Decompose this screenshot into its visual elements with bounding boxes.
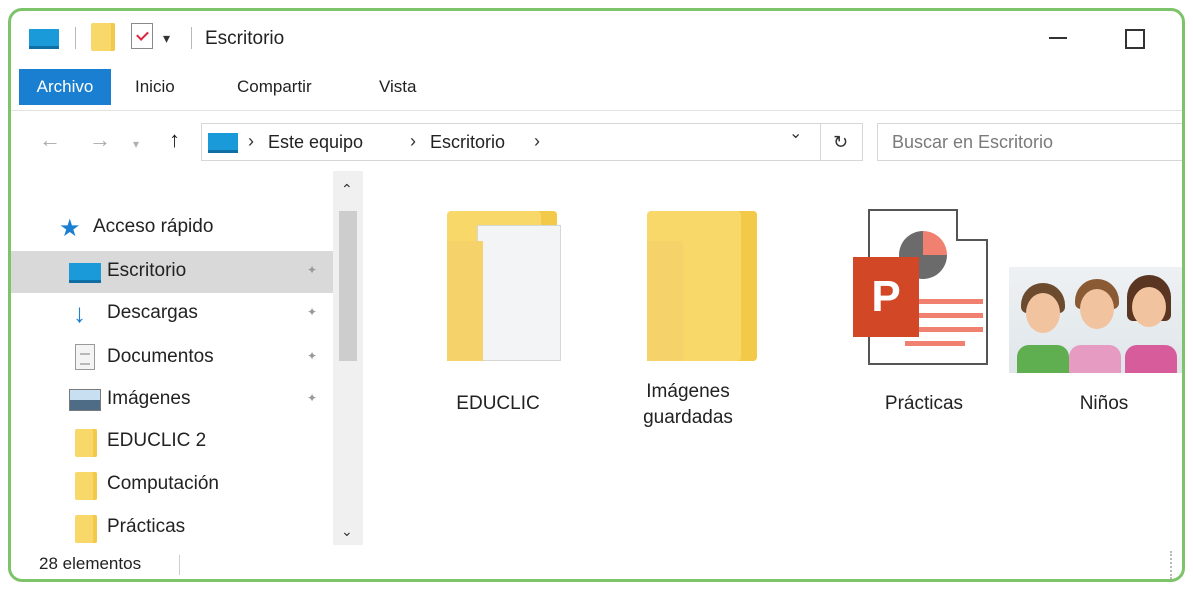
folder-icon — [75, 472, 97, 500]
photo-thumbnail-icon — [1009, 267, 1182, 373]
images-icon — [69, 389, 101, 411]
file-item-label: Imágenes guardadas — [643, 381, 733, 428]
item-count: 28 elementos — [39, 554, 142, 573]
document-icon — [75, 344, 95, 370]
file-item-imagenes-guardadas[interactable]: Imágenes guardadas — [613, 201, 783, 451]
pin-icon[interactable]: ✦ — [307, 305, 317, 319]
desktop-icon[interactable] — [29, 29, 59, 49]
status-bar: 28 elementos — [11, 545, 1182, 579]
sidebar-item-label: Acceso rápido — [93, 216, 214, 237]
tab-vista[interactable]: Vista — [379, 69, 417, 105]
folder-icon — [75, 515, 97, 543]
up-arrow-icon[interactable]: ↑ — [169, 129, 180, 151]
maximize-button[interactable] — [1115, 25, 1155, 51]
properties-icon[interactable] — [131, 23, 153, 49]
folder-with-documents-icon — [447, 211, 561, 361]
address-bar[interactable]: › Este equipo › Escritorio › — [201, 123, 821, 161]
file-item-label: Niños — [1079, 393, 1129, 414]
sidebar-item-acceso-rapido[interactable]: ★ Acceso rápido — [11, 207, 333, 249]
pin-icon[interactable]: ✦ — [307, 263, 317, 277]
sidebar-scrollbar[interactable]: ⌃ ⌄ — [333, 171, 363, 545]
breadcrumb-chevron-icon[interactable]: › — [248, 131, 254, 152]
file-list: EDUCLIC Imágenes guardadas P Prácticas N… — [363, 171, 1182, 545]
file-item-label: Prácticas — [884, 393, 964, 414]
scroll-up-icon[interactable]: ⌃ — [341, 181, 353, 198]
forward-arrow-icon[interactable]: → — [89, 129, 111, 151]
sidebar-item-imagenes[interactable]: Imágenes ✦ — [11, 379, 333, 421]
powerpoint-badge-icon: P — [853, 257, 919, 337]
back-arrow-icon[interactable]: ← — [39, 129, 61, 151]
tab-archivo[interactable]: Archivo — [19, 69, 111, 105]
sidebar-item-label: Imágenes — [107, 388, 191, 409]
scroll-thumb[interactable] — [339, 211, 357, 361]
new-folder-icon[interactable] — [91, 23, 115, 51]
window-title: Escritorio — [205, 28, 285, 49]
file-item-ninos[interactable]: Niños — [1009, 201, 1182, 451]
sidebar-item-educlic-2[interactable]: EDUCLIC 2 — [11, 421, 333, 463]
sidebar-item-label: Escritorio — [107, 260, 187, 281]
breadcrumb-chevron-icon[interactable]: › — [410, 131, 416, 152]
sidebar-item-computacion[interactable]: Computación — [11, 464, 333, 506]
quick-access-dropdown[interactable]: ▾ — [163, 31, 170, 45]
tab-compartir[interactable]: Compartir — [237, 69, 312, 105]
text-line-decoration — [905, 341, 965, 346]
tab-inicio[interactable]: Inicio — [135, 69, 175, 105]
breadcrumb-escritorio[interactable]: Escritorio — [430, 132, 505, 153]
desktop-icon — [69, 263, 101, 283]
recent-locations-icon[interactable]: ▾ — [133, 133, 139, 155]
breadcrumb-este-equipo[interactable]: Este equipo — [268, 132, 363, 153]
title-bar: ▾ Escritorio — [11, 11, 1182, 65]
folder-icon — [647, 211, 757, 361]
sidebar-item-label: EDUCLIC 2 — [107, 430, 207, 451]
sidebar-item-label: Computación — [107, 473, 219, 494]
address-history-dropdown-icon[interactable]: ⌄ — [789, 123, 802, 143]
sidebar-item-practicas[interactable]: Prácticas — [11, 507, 333, 549]
breadcrumb-chevron-icon[interactable]: › — [534, 131, 540, 152]
sidebar-item-label: Descargas — [107, 302, 198, 323]
scroll-down-icon[interactable]: ⌄ — [341, 523, 353, 540]
file-explorer-window: ▾ Escritorio Archivo Inicio Compartir Vi… — [8, 8, 1185, 582]
navigation-pane: ★ Acceso rápido Escritorio ✦ ↓ Descargas… — [11, 171, 363, 545]
sidebar-item-descargas[interactable]: ↓ Descargas ✦ — [11, 293, 333, 335]
download-icon: ↓ — [73, 298, 86, 328]
pin-icon[interactable]: ✦ — [307, 349, 317, 363]
sidebar-item-label: Documentos — [107, 346, 214, 367]
resize-grip-icon[interactable] — [1170, 551, 1176, 579]
folder-icon — [75, 429, 97, 457]
ribbon-tabs: Archivo Inicio Compartir Vista — [11, 65, 1182, 111]
search-input[interactable]: Buscar en Escritorio — [877, 123, 1182, 161]
file-item-practicas[interactable]: P Prácticas — [813, 201, 988, 451]
sidebar-item-escritorio[interactable]: Escritorio ✦ — [11, 251, 333, 293]
status-divider — [179, 555, 180, 575]
star-icon: ★ — [59, 215, 81, 242]
file-item-educlic[interactable]: EDUCLIC — [413, 201, 583, 451]
toolbar-divider — [191, 27, 192, 49]
sidebar-item-label: Prácticas — [107, 516, 186, 537]
refresh-icon[interactable]: ↻ — [819, 123, 863, 161]
minimize-button[interactable] — [1041, 25, 1081, 51]
toolbar-divider — [75, 27, 76, 49]
sidebar-item-documentos[interactable]: Documentos ✦ — [11, 337, 333, 379]
file-item-label: EDUCLIC — [456, 393, 540, 414]
this-pc-icon — [208, 133, 238, 153]
pin-icon[interactable]: ✦ — [307, 391, 317, 405]
